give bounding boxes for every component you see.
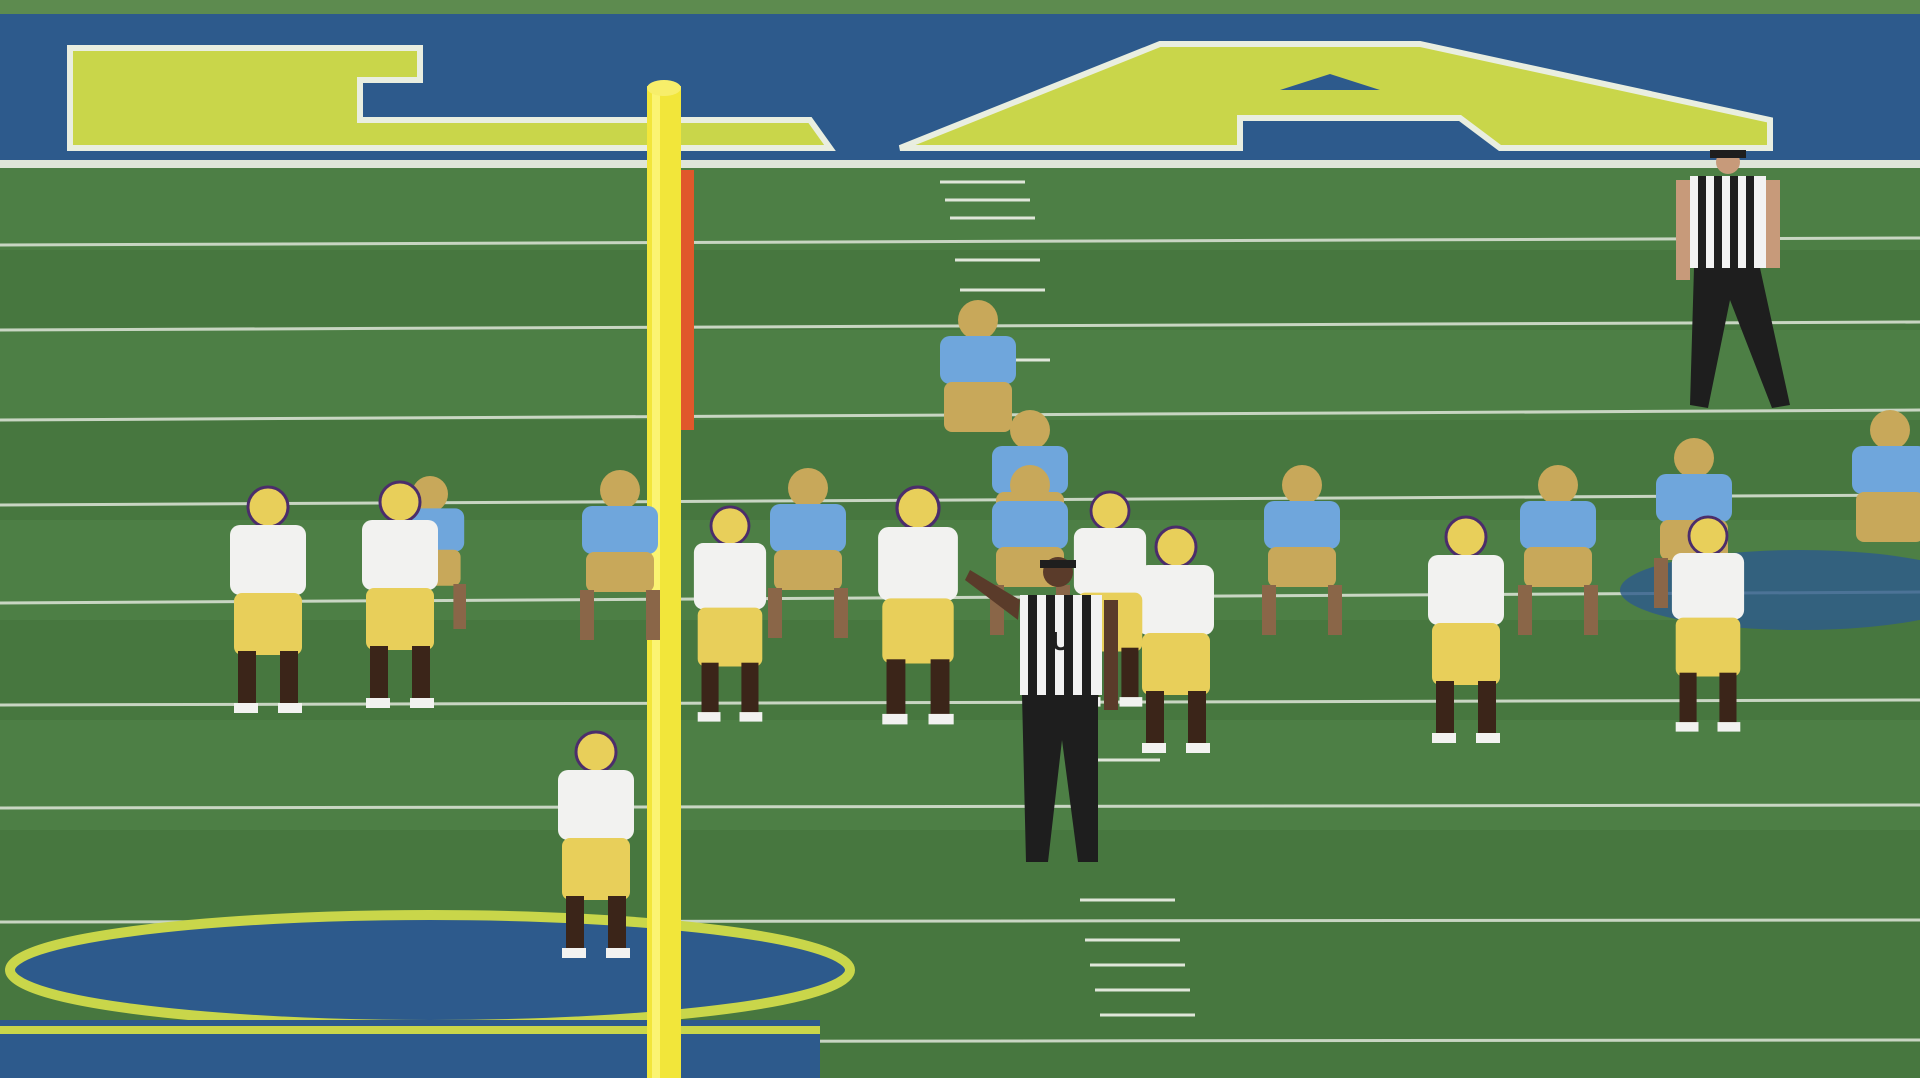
endzone-top-strip	[0, 0, 1920, 14]
field-logo-bottom-left	[0, 910, 855, 1078]
turf-stripe	[0, 160, 1920, 250]
football-field-scene: LA	[0, 0, 1920, 1078]
endzone-bottom-line	[0, 160, 1920, 168]
turf-stripe	[0, 720, 1920, 830]
umpire-mark: U	[1052, 626, 1071, 656]
field-image: LA	[0, 0, 1920, 1078]
